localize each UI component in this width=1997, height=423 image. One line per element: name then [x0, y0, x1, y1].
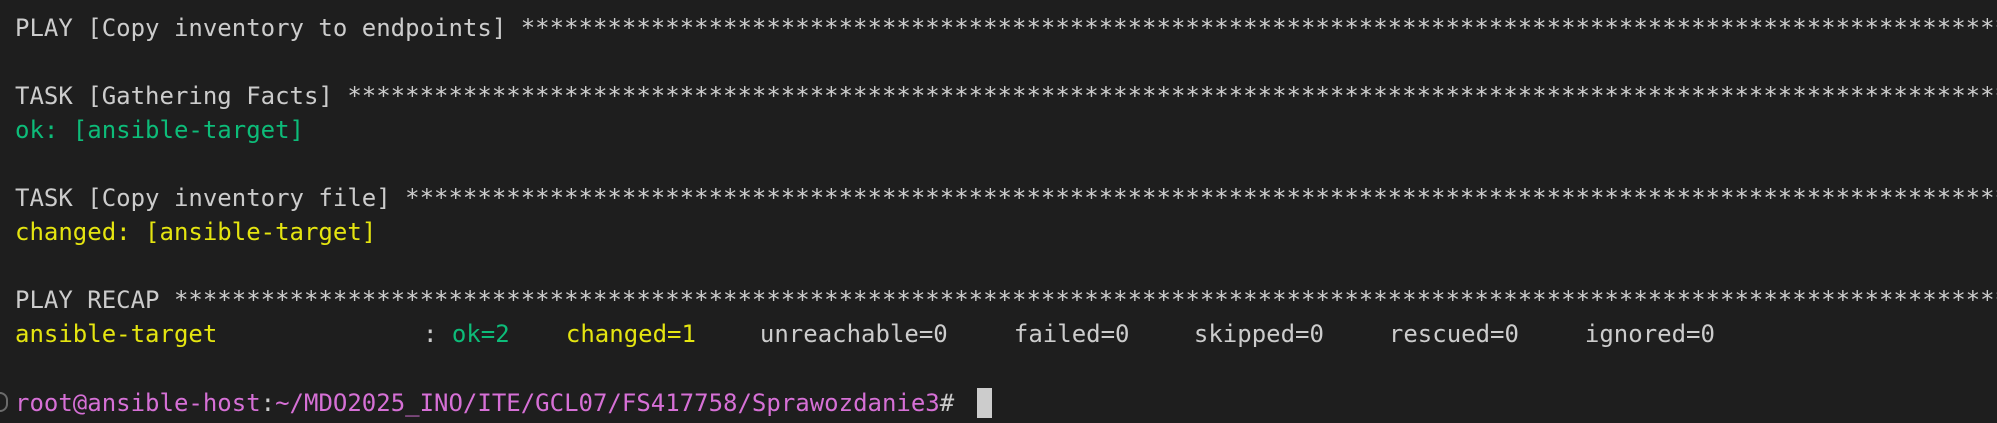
prompt-user-host: root@ansible-host: [15, 389, 261, 417]
recap-skipped: skipped=0: [1193, 320, 1324, 348]
recap-ignored: ignored=0: [1584, 320, 1715, 348]
recap-rescued: rescued=0: [1388, 320, 1519, 348]
text-cursor[interactable]: [976, 388, 992, 418]
shell-prompt[interactable]: root@ansible-host:~/MDO2025_INO/ITE/GCL0…: [15, 388, 1997, 422]
recap-changed: changed=1: [565, 320, 696, 348]
task-gathering-facts-header: TASK [Gathering Facts] *****************…: [15, 82, 1997, 110]
command-decoration-icon[interactable]: [0, 392, 8, 412]
play-header: PLAY [Copy inventory to endpoints] *****…: [15, 14, 1997, 42]
recap-failed: failed=0: [1013, 320, 1130, 348]
recap-ok: ok=2: [451, 320, 510, 348]
recap-unreachable: unreachable=0: [759, 320, 948, 348]
play-recap-header: PLAY RECAP *****************************…: [15, 286, 1997, 314]
terminal-window[interactable]: PLAY [Copy inventory to endpoints] *****…: [0, 0, 1997, 423]
recap-separator: :: [423, 320, 452, 348]
prompt-symbol: #: [939, 389, 969, 417]
task-copy-inventory-result: changed: [ansible-target]: [15, 218, 377, 246]
play-recap-row: ansible-target: ok=2 changed=1 unreachable…: [15, 320, 1997, 354]
task-copy-inventory-header: TASK [Copy inventory file] *************…: [15, 184, 1997, 212]
prompt-path: ~/MDO2025_INO/ITE/GCL07/FS417758/Sprawoz…: [275, 389, 940, 417]
prompt-colon: :: [260, 389, 276, 417]
recap-host: ansible-target: [15, 320, 218, 348]
task-gathering-facts-result: ok: [ansible-target]: [15, 116, 304, 144]
